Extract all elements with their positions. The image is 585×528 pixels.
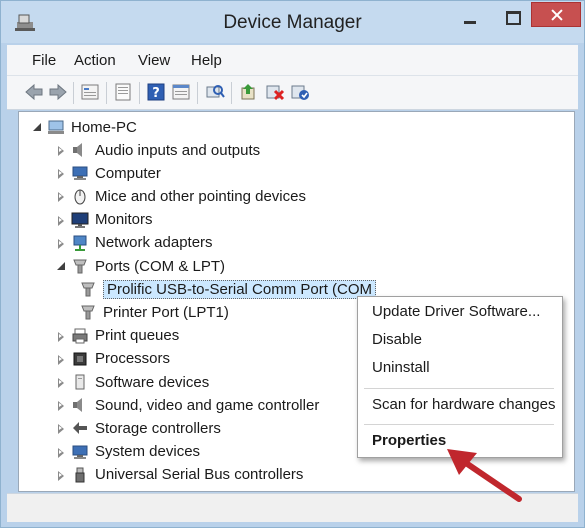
- tree-node-label: System devices: [95, 443, 201, 461]
- tree-category-node[interactable]: Processors: [55, 348, 170, 370]
- collapse-arrow-icon[interactable]: [55, 237, 67, 249]
- usb-icon: [75, 467, 85, 483]
- collapse-arrow-icon[interactable]: [55, 446, 67, 458]
- toolbar-separator: [73, 82, 74, 104]
- computer-icon: [72, 445, 88, 459]
- computer-icon: [72, 166, 88, 181]
- properties-view-icon[interactable]: [80, 82, 100, 102]
- tree-category-node[interactable]: Sound, video and game controller: [55, 394, 319, 416]
- storage-icon: [73, 422, 87, 435]
- computer-icon: [48, 120, 64, 134]
- tree-node-label: Prolific USB-to-Serial Comm Port (COM: [103, 279, 377, 299]
- tree-category-node[interactable]: Monitors: [55, 209, 153, 231]
- tree-category-node[interactable]: Storage controllers: [55, 417, 221, 439]
- tree-node-label: Printer Port (LPT1): [103, 303, 229, 321]
- collapse-arrow-icon[interactable]: [55, 353, 67, 365]
- tree-node-label: Computer: [95, 164, 161, 182]
- details-view-icon[interactable]: [171, 82, 191, 102]
- context-item-properties[interactable]: Properties: [372, 432, 446, 449]
- context-item-update-driver[interactable]: Update Driver Software...: [372, 303, 540, 320]
- help-icon[interactable]: ?: [146, 82, 166, 102]
- tree-category-node[interactable]: Mice and other pointing devices: [55, 185, 306, 207]
- speaker-icon: [73, 398, 82, 413]
- tree-category-node[interactable]: Audio inputs and outputs: [55, 139, 260, 161]
- svg-text:?: ?: [152, 86, 160, 101]
- collapse-arrow-icon[interactable]: [55, 399, 67, 412]
- tree-category-node[interactable]: Ports (COM & LPT): [55, 255, 225, 277]
- document-icon[interactable]: [113, 82, 133, 102]
- menu-file[interactable]: File: [32, 52, 56, 69]
- tree-category-node[interactable]: System devices: [55, 441, 200, 463]
- network-icon: [73, 235, 87, 251]
- toolbar-separator: [197, 82, 198, 104]
- tree-root-label: Home-PC: [71, 118, 137, 136]
- tree-node-label: Monitors: [95, 211, 153, 229]
- software-icon: [75, 374, 85, 390]
- forward-arrow-icon[interactable]: [48, 82, 68, 102]
- tree-node-label: Mice and other pointing devices: [95, 187, 306, 205]
- toolbar-separator: [139, 82, 140, 104]
- context-menu: Update Driver Software... Disable Uninst…: [357, 296, 563, 458]
- red-arrow-annotation: [447, 449, 522, 502]
- update-driver-icon[interactable]: [239, 82, 259, 102]
- collapse-arrow-icon[interactable]: [55, 330, 67, 342]
- toolbar-separator: [106, 82, 107, 104]
- menu-help[interactable]: Help: [191, 52, 222, 69]
- monitor-icon: [71, 212, 89, 228]
- close-button[interactable]: [531, 2, 581, 27]
- printer-icon: [72, 328, 88, 344]
- tree-node-label: Audio inputs and outputs: [95, 141, 261, 159]
- scan-hardware-icon[interactable]: [205, 82, 225, 102]
- tree-node-label: Software devices: [95, 373, 210, 391]
- collapse-arrow-icon[interactable]: [55, 422, 67, 435]
- tree-category-node[interactable]: Software devices: [55, 371, 209, 393]
- tree-child-node[interactable]: Prolific USB-to-Serial Comm Port (COM: [79, 278, 377, 300]
- uninstall-device-icon[interactable]: [265, 82, 285, 102]
- speaker-icon: [73, 143, 82, 157]
- processor-icon: [73, 352, 87, 366]
- tree-node-label: Network adapters: [95, 234, 213, 252]
- expand-arrow-icon[interactable]: [55, 260, 67, 272]
- collapse-arrow-icon[interactable]: [55, 167, 67, 180]
- menu-action[interactable]: Action: [74, 52, 116, 69]
- title-bar: Device Manager: [1, 1, 584, 43]
- tree-node-label: Sound, video and game controller: [95, 396, 320, 414]
- context-item-scan-hardware[interactable]: Scan for hardware changes: [372, 396, 555, 413]
- back-arrow-icon[interactable]: [24, 82, 44, 102]
- context-item-uninstall[interactable]: Uninstall: [372, 359, 430, 376]
- tree-node-label: Universal Serial Bus controllers: [95, 466, 304, 484]
- collapse-arrow-icon[interactable]: [55, 214, 67, 226]
- toolbar-separator: [231, 82, 232, 104]
- tree-root-node[interactable]: Home-PC: [31, 116, 137, 138]
- expand-arrow-icon[interactable]: [31, 121, 43, 133]
- minimize-button[interactable]: [455, 7, 485, 29]
- tree-category-node[interactable]: Computer: [55, 162, 161, 184]
- context-item-disable[interactable]: Disable: [372, 331, 422, 348]
- context-separator: [364, 424, 554, 425]
- port-icon: [81, 282, 95, 297]
- enable-device-icon[interactable]: [290, 82, 310, 102]
- tree-child-node[interactable]: Printer Port (LPT1): [79, 301, 229, 323]
- toolbar: ?: [7, 76, 578, 110]
- context-separator: [364, 388, 554, 389]
- mouse-icon: [74, 189, 86, 205]
- collapse-arrow-icon[interactable]: [55, 469, 67, 481]
- port-icon: [73, 259, 87, 274]
- menu-view[interactable]: View: [138, 52, 170, 69]
- menu-bar: File Action View Help: [7, 45, 578, 76]
- tree-category-node[interactable]: Print queues: [55, 325, 179, 347]
- tree-node-label: Processors: [95, 350, 171, 368]
- collapse-arrow-icon[interactable]: [55, 376, 67, 388]
- tree-category-node[interactable]: Universal Serial Bus controllers: [55, 464, 303, 486]
- maximize-button[interactable]: [497, 7, 527, 29]
- collapse-arrow-icon[interactable]: [55, 190, 67, 203]
- tree-node-label: Print queues: [95, 327, 180, 345]
- tree-category-node[interactable]: Network adapters: [55, 232, 213, 254]
- port-icon: [81, 305, 95, 320]
- tree-node-label: Storage controllers: [95, 419, 221, 437]
- collapse-arrow-icon[interactable]: [55, 144, 67, 156]
- tree-node-label: Ports (COM & LPT): [95, 257, 226, 275]
